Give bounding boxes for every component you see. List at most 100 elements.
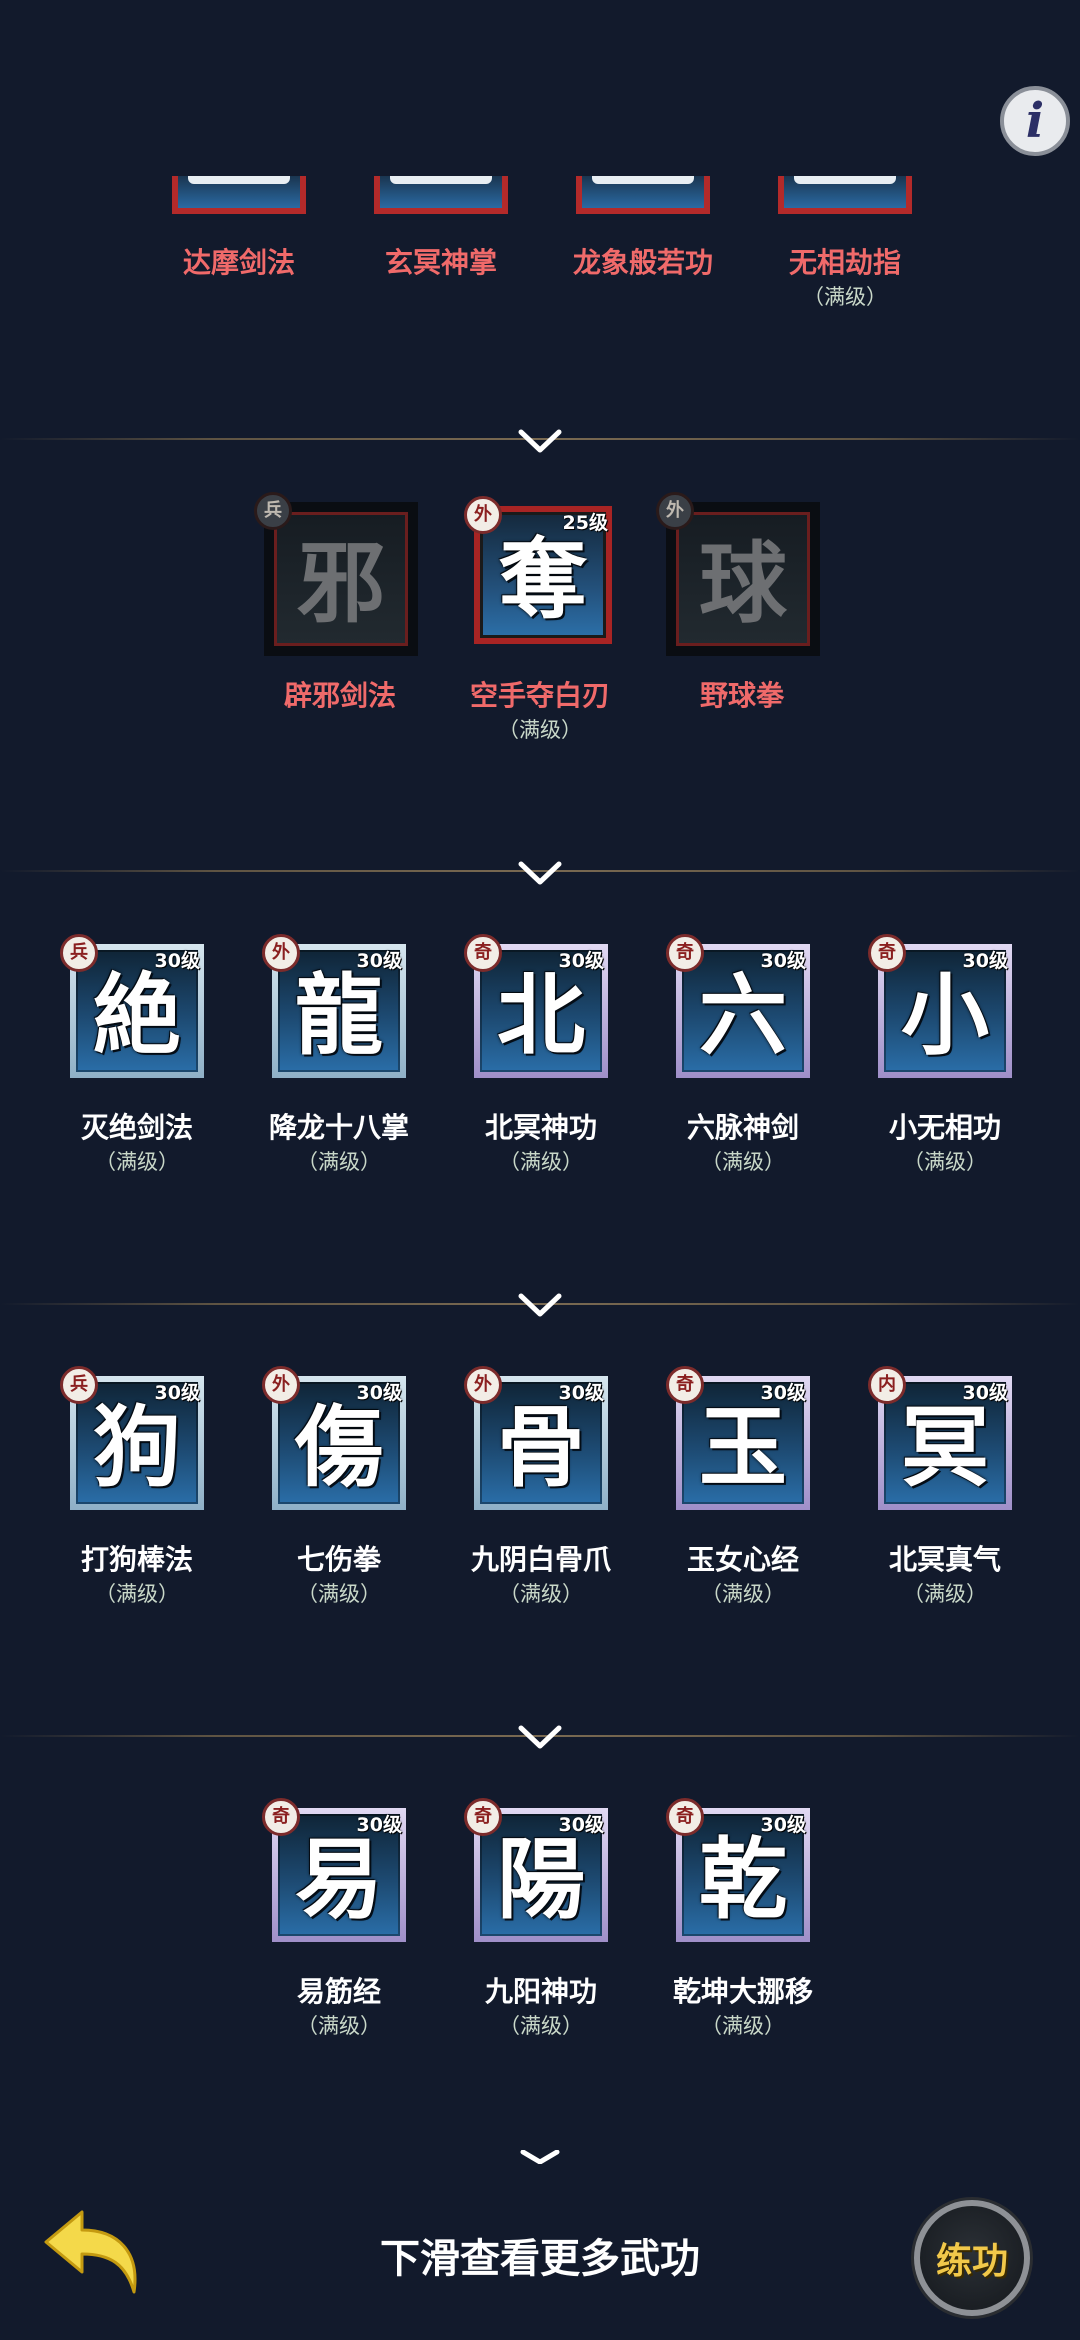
category-badge: 奇 [464, 934, 502, 972]
skill-card[interactable]: 傷 外 30级 [262, 1366, 406, 1510]
skill-name: 打狗棒法 [80, 1543, 193, 1576]
skill-card[interactable]: 狗 兵 30级 [60, 1366, 204, 1510]
skill-glyph: 陽 [496, 1827, 585, 1931]
skill-glyph: 玉 [698, 1395, 787, 1499]
skill-name: 玉女心经 [686, 1543, 799, 1576]
skill-name: 玄冥神掌 [384, 246, 497, 279]
skill-card[interactable]: 絶 兵 30级 [60, 934, 204, 1078]
skill-name: 易筋经 [296, 1975, 381, 2008]
skill-card-locked[interactable]: 邪 兵 [254, 492, 418, 656]
skill-glyph: 龍 [294, 963, 383, 1067]
category-badge: 奇 [464, 1798, 502, 1836]
category-badge: 内 [868, 1366, 906, 1404]
skill-glyph: 球 [698, 531, 787, 635]
skill-card-locked[interactable]: 球 外 [656, 492, 820, 656]
skill-glyph: 小 [900, 963, 989, 1067]
chevron-down-icon [518, 1293, 562, 1317]
skill-status: （满级） [499, 1582, 583, 1606]
info-button[interactable]: i [1000, 86, 1070, 156]
category-badge: 外 [464, 496, 502, 534]
skill-name: 北冥神功 [484, 1111, 597, 1144]
skill-glyph: 奪 [498, 527, 587, 631]
skill-card[interactable]: 乾 奇 30级 [666, 1798, 810, 1942]
skill-name: 空手夺白刃 [469, 679, 610, 712]
level-label: 25级 [562, 512, 608, 534]
skill-status: （满级） [499, 2014, 583, 2038]
skill-card[interactable]: 小 奇 30级 [868, 934, 1012, 1078]
level-label: 30级 [154, 950, 200, 972]
skill-glyph: 邪 [296, 531, 385, 635]
skill-card-partial[interactable] [576, 176, 710, 214]
level-label: 30级 [154, 1382, 200, 1404]
skill-glyph: 冥 [900, 1395, 989, 1499]
skill-card[interactable]: 北 奇 30级 [464, 934, 608, 1078]
skill-name: 乾坤大挪移 [672, 1975, 813, 2008]
level-label: 30级 [356, 950, 402, 972]
level-label: 30级 [760, 1382, 806, 1404]
skill-name: 野球拳 [699, 679, 784, 712]
skill-card-partial[interactable] [778, 176, 912, 214]
level-label: 30级 [558, 1814, 604, 1836]
chevron-down-icon [520, 2150, 560, 2164]
category-badge: 奇 [666, 1366, 704, 1404]
level-label: 30级 [558, 1382, 604, 1404]
skill-glyph: 乾 [698, 1827, 787, 1931]
category-badge: 奇 [868, 934, 906, 972]
skill-name: 九阴白骨爪 [470, 1543, 611, 1576]
skill-name: 北冥真气 [888, 1543, 1001, 1576]
skill-glyph: 狗 [92, 1395, 181, 1499]
level-label: 30级 [356, 1382, 402, 1404]
skill-status: （满级） [903, 1582, 987, 1606]
category-badge: 外 [262, 1366, 300, 1404]
level-label: 30级 [356, 1814, 402, 1836]
skill-card[interactable]: 奪 外 25级 [464, 496, 612, 644]
chevron-down-icon [518, 1725, 562, 1749]
skill-card[interactable]: 易 奇 30级 [262, 1798, 406, 1942]
skill-glyph: 六 [698, 963, 787, 1067]
skill-glyph: 傷 [294, 1395, 383, 1499]
category-badge: 外 [464, 1366, 502, 1404]
level-label: 30级 [760, 950, 806, 972]
skill-status: （满级） [297, 1150, 381, 1174]
skill-card[interactable]: 骨 外 30级 [464, 1366, 608, 1510]
level-label: 30级 [962, 1382, 1008, 1404]
skill-name: 无相劫指 [788, 246, 901, 279]
category-badge: 奇 [666, 934, 704, 972]
category-badge: 兵 [254, 492, 292, 530]
category-badge: 兵 [60, 934, 98, 972]
skill-name: 辟邪剑法 [283, 679, 396, 712]
skill-status: （满级） [701, 1150, 785, 1174]
skill-card[interactable]: 六 奇 30级 [666, 934, 810, 1078]
category-badge: 奇 [262, 1798, 300, 1836]
skill-name: 六脉神剑 [686, 1111, 799, 1144]
skill-status: （满级） [499, 1150, 583, 1174]
skill-status: （满级） [701, 2014, 785, 2038]
skill-status: （满级） [95, 1150, 179, 1174]
skill-glyph: 骨 [496, 1395, 585, 1499]
category-badge: 外 [656, 492, 694, 530]
category-badge: 外 [262, 934, 300, 972]
skill-name: 灭绝剑法 [80, 1111, 193, 1144]
skill-status: （满级） [95, 1582, 179, 1606]
practice-button[interactable]: 练功 [914, 2200, 1030, 2316]
skill-card[interactable]: 玉 奇 30级 [666, 1366, 810, 1510]
skill-card-partial[interactable] [374, 176, 508, 214]
skill-card[interactable]: 陽 奇 30级 [464, 1798, 608, 1942]
category-badge: 兵 [60, 1366, 98, 1404]
skill-status: （满级） [498, 718, 582, 742]
skill-card-partial[interactable] [172, 176, 306, 214]
skill-card[interactable]: 龍 外 30级 [262, 934, 406, 1078]
practice-label: 练功 [935, 2241, 1008, 2282]
level-label: 30级 [760, 1814, 806, 1836]
skill-status: （满级） [701, 1582, 785, 1606]
skill-glyph: 易 [294, 1827, 383, 1931]
skill-name: 龙象般若功 [572, 246, 713, 279]
skill-card[interactable]: 冥 内 30级 [868, 1366, 1012, 1510]
skill-status: （满级） [903, 1150, 987, 1174]
chevron-down-icon [518, 429, 562, 453]
skill-glyph: 北 [496, 963, 585, 1067]
skill-name: 七伤拳 [296, 1543, 381, 1576]
info-icon: i [1025, 93, 1045, 149]
skill-status: （满级） [803, 285, 887, 309]
skill-name: 九阳神功 [484, 1975, 597, 2008]
